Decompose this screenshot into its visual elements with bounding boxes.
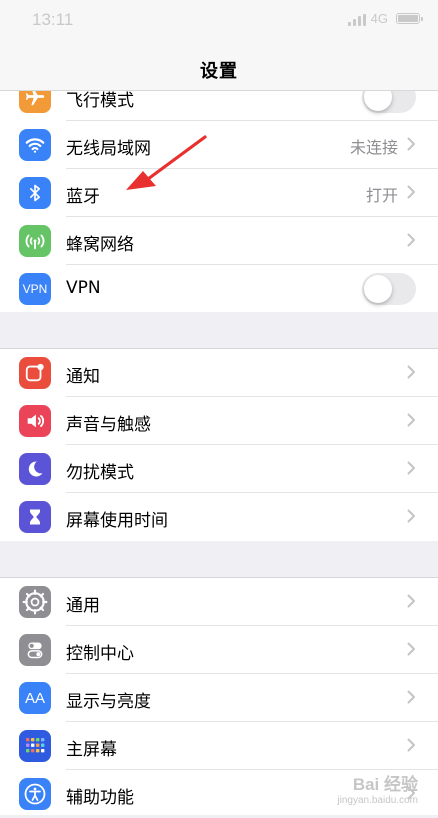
settings-row-label: 通用 — [66, 596, 100, 616]
notifications-icon — [19, 357, 51, 389]
nav-bar: 设置 — [0, 44, 438, 91]
chevron-right-icon — [407, 738, 415, 752]
hourglass-icon — [19, 501, 51, 533]
toggle-knob — [364, 275, 392, 303]
settings-row-label: 通知 — [66, 367, 100, 387]
settings-row-value: 打开 — [365, 186, 398, 205]
settings-row-bluetooth[interactable]: 蓝牙 打开 — [0, 169, 438, 217]
bluetooth-icon — [19, 177, 51, 209]
chevron-right-icon — [407, 594, 415, 608]
settings-row-do-not-disturb[interactable]: 勿扰模式 — [0, 445, 438, 493]
chevron-right-icon — [407, 365, 415, 379]
settings-row-label: 主屏幕 — [66, 740, 117, 760]
connectivity-group: 飞行模式 无线局域网 未连接 蓝牙 打开 蜂窝网络 VPN VPN — [0, 73, 438, 312]
accessibility-icon — [19, 778, 51, 810]
settings-row-label: 蜂窝网络 — [66, 235, 134, 255]
notifications-group: 通知 声音与触感 勿扰模式 屏幕使用时间 — [0, 348, 438, 541]
settings-row-label: VPN — [66, 278, 101, 298]
settings-row-notifications[interactable]: 通知 — [0, 349, 438, 397]
display-icon-text: AA — [24, 689, 45, 707]
display-icon: AA — [19, 682, 51, 714]
home-screen-icon — [19, 730, 51, 762]
wifi-icon — [19, 129, 51, 161]
settings-row-label: 辅助功能 — [66, 788, 134, 808]
chevron-right-icon — [407, 137, 415, 151]
settings-row-label: 屏幕使用时间 — [66, 511, 168, 531]
settings-row-value: 未连接 — [349, 138, 398, 157]
speaker-icon — [19, 405, 51, 437]
battery-icon — [396, 13, 423, 24]
settings-row-screen-time[interactable]: 屏幕使用时间 — [0, 493, 438, 541]
chevron-right-icon — [407, 509, 415, 523]
settings-row-label: 显示与亮度 — [66, 692, 151, 712]
page-title: 设置 — [200, 61, 238, 82]
settings-row-wifi[interactable]: 无线局域网 未连接 — [0, 121, 438, 169]
chevron-right-icon — [407, 461, 415, 475]
chevron-right-icon — [407, 642, 415, 656]
watermark-url: jingyan.baidu.com — [337, 795, 418, 806]
network-type: 4G — [370, 11, 388, 26]
cellular-icon — [19, 225, 51, 257]
gear-icon — [19, 586, 51, 618]
settings-row-sounds[interactable]: 声音与触感 — [0, 397, 438, 445]
moon-icon — [19, 453, 51, 485]
toggles-icon — [19, 634, 51, 666]
settings-row-control-center[interactable]: 控制中心 — [0, 626, 438, 674]
settings-row-label: 无线局域网 — [66, 139, 151, 159]
watermark-logo: Bai 经验 — [352, 775, 418, 794]
vpn-icon: VPN — [19, 273, 51, 305]
settings-row-display[interactable]: AA 显示与亮度 — [0, 674, 438, 722]
chevron-right-icon — [407, 185, 415, 199]
vpn-icon-text: VPN — [22, 282, 48, 296]
settings-row-general[interactable]: 通用 — [0, 578, 438, 626]
chevron-right-icon — [407, 690, 415, 704]
settings-row-label: 勿扰模式 — [66, 463, 134, 483]
status-time: 13:11 — [32, 10, 74, 29]
watermark: Bai 经验 jingyan.baidu.com — [337, 770, 418, 806]
status-bar: 13:11 4G — [0, 0, 438, 44]
settings-row-label: 蓝牙 — [66, 187, 100, 207]
settings-row-cellular[interactable]: 蜂窝网络 — [0, 217, 438, 265]
settings-row-label: 控制中心 — [66, 644, 134, 664]
chevron-right-icon — [407, 413, 415, 427]
vpn-toggle[interactable] — [362, 273, 416, 305]
settings-row-vpn: VPN VPN — [0, 265, 438, 313]
chevron-right-icon — [407, 233, 415, 247]
settings-row-home-screen[interactable]: 主屏幕 — [0, 722, 438, 770]
signal-icon — [348, 14, 366, 26]
settings-row-label: 声音与触感 — [66, 415, 151, 435]
